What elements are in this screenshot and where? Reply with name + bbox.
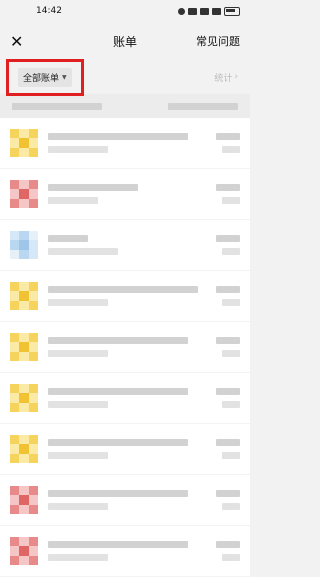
stats-link[interactable]: 统计 › [214, 71, 238, 84]
faq-link[interactable]: 常见问题 [196, 33, 240, 49]
month-summary-row [0, 94, 250, 118]
month-label-redacted [12, 102, 102, 110]
transaction-details-redacted [48, 337, 204, 357]
transaction-row[interactable] [0, 169, 250, 220]
transaction-time-redacted [48, 401, 108, 408]
transaction-row[interactable] [0, 220, 250, 271]
merchant-icon [10, 180, 38, 208]
transaction-title-redacted [48, 184, 138, 191]
transaction-time-redacted [48, 554, 108, 561]
status-time: 14:42 [36, 6, 62, 16]
merchant-icon [10, 435, 38, 463]
month-total-redacted [168, 102, 238, 110]
transaction-row[interactable] [0, 271, 250, 322]
merchant-icon [10, 486, 38, 514]
filter-label: 全部账单 [23, 73, 60, 84]
transaction-time-redacted [48, 350, 108, 357]
merchant-icon [10, 384, 38, 412]
transaction-amount-redacted [214, 337, 240, 357]
stats-label: 统计 [214, 73, 233, 84]
transaction-list [0, 118, 250, 577]
battery-icon [224, 6, 240, 16]
transaction-details-redacted [48, 490, 204, 510]
transaction-amount-redacted [214, 133, 240, 153]
transaction-title-redacted [48, 133, 188, 140]
transaction-title-redacted [48, 388, 188, 395]
signal-icon-2 [212, 7, 221, 15]
transaction-amount-redacted [214, 388, 240, 408]
caret-down-icon: ▼ [62, 73, 67, 81]
filter-highlight-box: 全部账单 ▼ [6, 58, 84, 96]
transaction-title-redacted [48, 337, 188, 344]
transaction-title-redacted [48, 541, 188, 548]
transaction-title-redacted [48, 490, 188, 497]
transaction-time-redacted [48, 248, 118, 255]
transaction-time-redacted [48, 197, 98, 204]
transaction-row[interactable] [0, 526, 250, 577]
merchant-icon [10, 333, 38, 361]
transaction-amount-redacted [214, 541, 240, 561]
transaction-row[interactable] [0, 424, 250, 475]
transaction-details-redacted [48, 184, 204, 204]
transaction-amount-redacted [214, 490, 240, 510]
close-icon[interactable]: ✕ [10, 32, 30, 51]
alarm-icon [178, 7, 185, 15]
transaction-row[interactable] [0, 475, 250, 526]
transaction-time-redacted [48, 503, 108, 510]
signal-icon [200, 7, 209, 15]
transaction-time-redacted [48, 452, 108, 459]
transaction-row[interactable] [0, 118, 250, 169]
wifi-icon [188, 7, 197, 15]
merchant-icon [10, 231, 38, 259]
all-bills-filter-button[interactable]: 全部账单 ▼ [18, 67, 72, 87]
transaction-title-redacted [48, 286, 198, 293]
transaction-amount-redacted [214, 184, 240, 204]
transaction-row[interactable] [0, 322, 250, 373]
transaction-details-redacted [48, 541, 204, 561]
filter-bar: 全部账单 ▼ 统计 › [0, 58, 250, 96]
transaction-details-redacted [48, 439, 204, 459]
transaction-details-redacted [48, 235, 204, 255]
transaction-row[interactable] [0, 373, 250, 424]
transaction-details-redacted [48, 388, 204, 408]
transaction-amount-redacted [214, 286, 240, 306]
transaction-time-redacted [48, 146, 108, 153]
merchant-icon [10, 282, 38, 310]
nav-bar: ✕ 账单 常见问题 [0, 22, 250, 60]
transaction-amount-redacted [214, 235, 240, 255]
transaction-title-redacted [48, 439, 188, 446]
chevron-right-icon: › [234, 72, 238, 82]
status-icons [178, 6, 240, 16]
transaction-title-redacted [48, 235, 88, 242]
status-bar: 14:42 [0, 0, 250, 22]
transaction-details-redacted [48, 286, 204, 306]
transaction-details-redacted [48, 133, 204, 153]
merchant-icon [10, 537, 38, 565]
transaction-time-redacted [48, 299, 108, 306]
transaction-amount-redacted [214, 439, 240, 459]
merchant-icon [10, 129, 38, 157]
